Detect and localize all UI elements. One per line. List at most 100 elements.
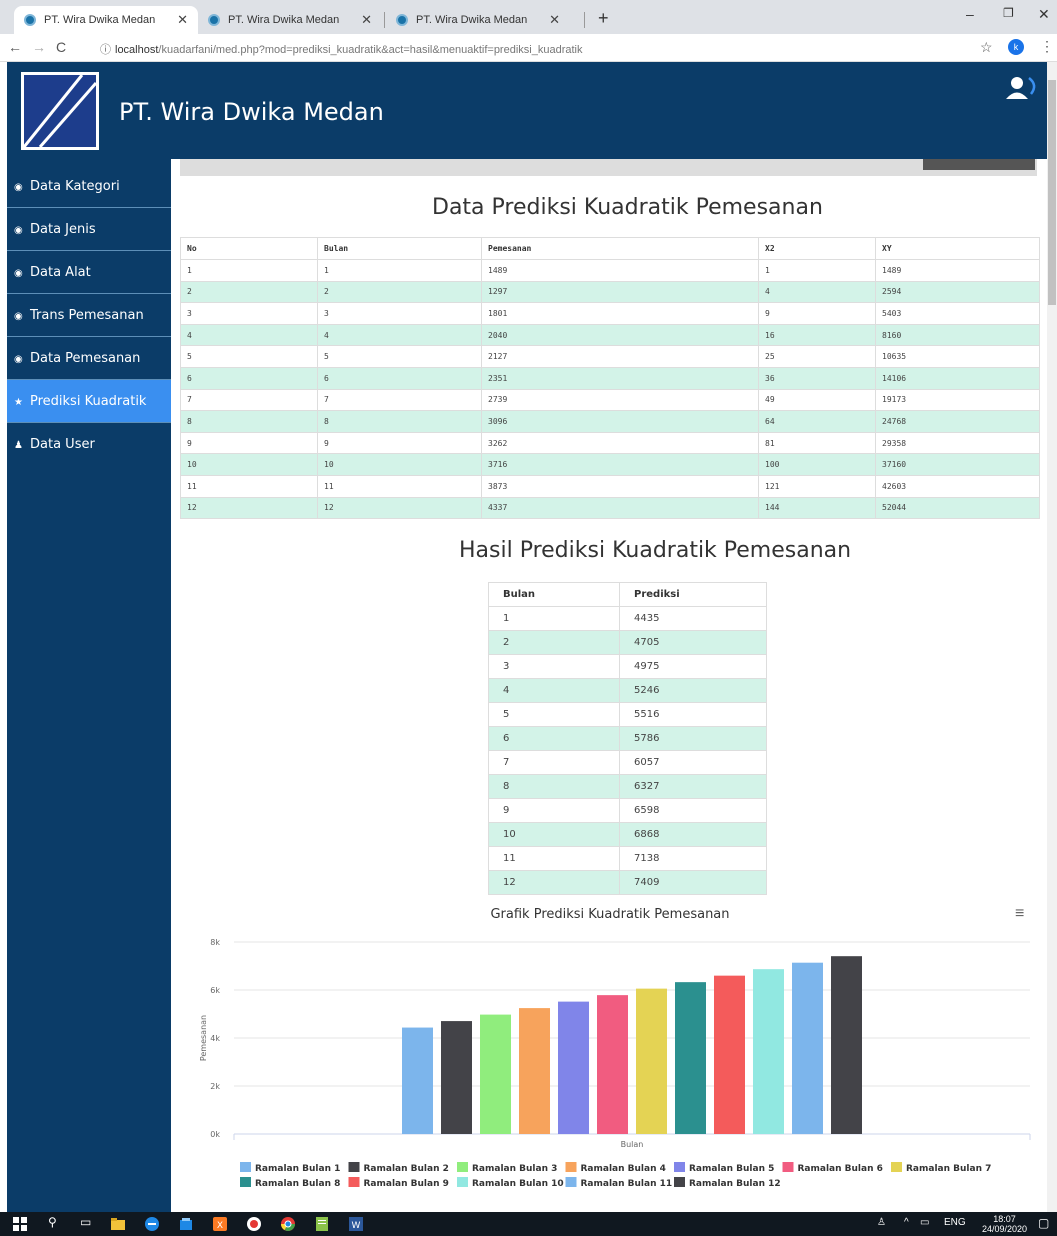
tray-chevron-icon[interactable]: ^ — [904, 1217, 909, 1228]
store-icon[interactable] — [178, 1216, 194, 1232]
y-tick-label: 0k — [210, 1130, 220, 1139]
sidebar-item-data-jenis[interactable]: ◉ Data Jenis — [7, 208, 171, 251]
table-cell: 2 — [317, 280, 482, 304]
new-tab-icon[interactable]: + — [598, 8, 609, 29]
sidebar-item-data-user[interactable]: ♟ Data User — [7, 423, 171, 466]
sidebar-item-data-alat[interactable]: ◉ Data Alat — [7, 251, 171, 294]
table-row: 10 10 3716 100 37160 — [180, 453, 1040, 476]
scrollbar-thumb[interactable] — [1048, 80, 1056, 305]
table-cell: 8 — [180, 410, 318, 433]
language-indicator[interactable]: ENG — [944, 1217, 966, 1228]
legend-swatch — [891, 1162, 902, 1172]
sidebar-item-label: Data Pemesanan — [30, 351, 141, 366]
table-row: 9 6598 — [488, 798, 767, 823]
table-cell: 4435 — [619, 606, 767, 631]
info-icon[interactable]: ⓘ — [100, 44, 111, 56]
section-title-hasil: Hasil Prediksi Kuadratik Pemesanan — [459, 538, 852, 563]
notepad-icon[interactable] — [314, 1216, 330, 1232]
sidebar-item-label: Data Kategori — [30, 179, 120, 194]
legend-swatch — [565, 1177, 577, 1187]
sidebar-item-label: Prediksi Kuadratik — [30, 394, 147, 409]
table-cell: 2 — [488, 630, 620, 655]
table-cell: 7409 — [619, 870, 767, 895]
xampp-icon[interactable]: X — [212, 1216, 228, 1232]
reload-icon[interactable]: C — [56, 39, 66, 55]
table-row: 4 4 2040 16 8160 — [180, 323, 1040, 347]
bar-6 — [597, 995, 628, 1134]
column-header: Pemesanan — [481, 237, 759, 260]
print-button[interactable] — [923, 159, 1035, 170]
app-title: PT. Wira Dwika Medan — [119, 98, 384, 126]
sidebar-item-prediksi-kuadratik[interactable]: ★ Prediksi Kuadratik — [7, 380, 171, 423]
bookmark-star-icon[interactable]: ☆ — [980, 39, 993, 56]
people-icon[interactable]: ♙ — [877, 1217, 886, 1228]
legend-swatch — [348, 1177, 360, 1187]
forward-icon[interactable]: → — [32, 39, 46, 55]
minimize-icon[interactable]: – — [966, 6, 974, 22]
legend-swatch — [674, 1177, 685, 1187]
browser-menu-icon[interactable]: ⋮ — [1040, 38, 1054, 55]
bar-5 — [558, 1001, 589, 1134]
legend-swatch — [782, 1162, 794, 1172]
table-cell: 3 — [488, 654, 620, 679]
table-cell: 2 — [180, 280, 318, 304]
close-window-icon[interactable]: ✕ — [1038, 6, 1050, 23]
y-tick-label: 4k — [210, 1034, 220, 1043]
table-cell: 52044 — [875, 496, 1040, 520]
chrome-icon[interactable] — [280, 1216, 296, 1232]
network-icon[interactable]: ▭ — [920, 1217, 929, 1228]
back-icon[interactable]: ← — [8, 39, 22, 55]
table-cell: 144 — [758, 496, 876, 520]
edge-icon[interactable] — [144, 1216, 160, 1232]
profile-avatar[interactable]: k — [1008, 39, 1024, 55]
close-tab-icon[interactable]: ✕ — [361, 6, 372, 34]
sidebar-item-data-pemesanan[interactable]: ◉ Data Pemesanan — [7, 337, 171, 380]
notification-icon[interactable]: ▢ — [1038, 1216, 1049, 1230]
table-cell: 10 — [488, 822, 620, 847]
table-cell: 36 — [758, 366, 876, 390]
sidebar-item-data-kategori[interactable]: ◉ Data Kategori — [7, 165, 171, 208]
browser-tab[interactable]: PT. Wira Dwika Medan ✕ — [14, 6, 198, 34]
table-row: 12 7409 — [488, 870, 767, 895]
table-cell: 24768 — [875, 410, 1040, 433]
tab-title: PT. Wira Dwika Medan — [44, 14, 156, 26]
bar-8 — [675, 982, 706, 1134]
table-cell: 2739 — [481, 388, 759, 412]
table-row: 2 2 1297 4 2594 — [180, 280, 1040, 304]
table-cell: 2351 — [481, 366, 759, 390]
legend-label: Ramalan Bulan 9 — [364, 1179, 449, 1189]
record-icon[interactable] — [246, 1216, 262, 1232]
table-row: 5 5 2127 25 10635 — [180, 345, 1040, 368]
windows-taskbar: ⚲ ▭ X W ♙ ^ ▭ ENG 18:07 24/09/2020 ▢ — [0, 1212, 1057, 1236]
bar-11 — [792, 962, 823, 1134]
legend-swatch — [240, 1177, 251, 1187]
table-cell: 3 — [317, 302, 482, 325]
bar-10 — [753, 969, 784, 1134]
sidebar-item-label: Data Jenis — [30, 222, 96, 237]
search-icon[interactable]: ⚲ — [48, 1215, 57, 1229]
task-view-icon[interactable]: ▭ — [80, 1215, 91, 1229]
legend-swatch — [674, 1162, 685, 1172]
windows-start-icon[interactable] — [12, 1216, 28, 1232]
user-menu-icon[interactable] — [1005, 76, 1041, 105]
browser-tab[interactable]: PT. Wira Dwika Medan ✕ — [386, 6, 570, 34]
clock[interactable]: 18:07 24/09/2020 — [982, 1214, 1027, 1234]
table-cell: 5403 — [875, 302, 1040, 325]
close-tab-icon[interactable]: ✕ — [549, 6, 560, 34]
close-tab-icon[interactable]: ✕ — [177, 6, 188, 34]
dashboard-icon: ◉ — [14, 268, 23, 279]
table-cell: 4 — [180, 323, 318, 347]
sidebar-item-trans-pemesanan[interactable]: ◉ Trans Pemesanan — [7, 294, 171, 337]
table-cell: 9 — [317, 431, 482, 455]
table-row: 8 6327 — [488, 774, 767, 799]
file-explorer-icon[interactable] — [110, 1216, 126, 1232]
tab-title: PT. Wira Dwika Medan — [416, 14, 528, 26]
maximize-icon[interactable]: ❐ — [1003, 6, 1014, 20]
table-cell: 7138 — [619, 846, 767, 871]
browser-tab[interactable]: PT. Wira Dwika Medan ✕ — [198, 6, 382, 34]
chart-menu-icon[interactable]: ≡ — [1015, 905, 1024, 923]
table-cell: 7 — [488, 750, 620, 775]
url-field[interactable]: ⓘ localhost/kuadarfani/med.php?mod=predik… — [100, 41, 582, 57]
word-icon[interactable]: W — [348, 1216, 364, 1232]
table-cell: 2127 — [481, 345, 759, 368]
